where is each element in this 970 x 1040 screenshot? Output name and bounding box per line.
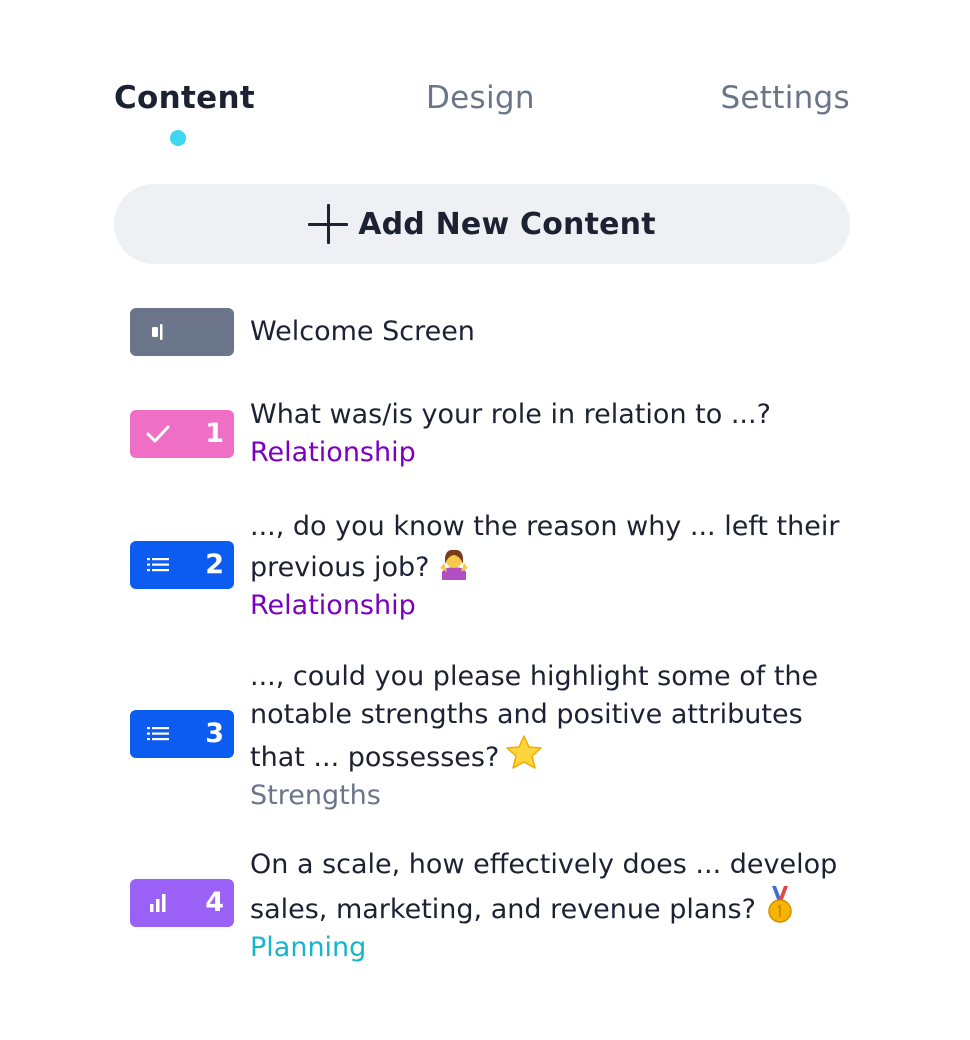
item-text: On a scale, how effectively does ... dev… bbox=[250, 846, 850, 967]
item-category: Relationship bbox=[250, 437, 416, 468]
item-badge: 3 bbox=[130, 710, 234, 758]
add-new-content-button[interactable]: Add New Content bbox=[114, 184, 850, 264]
plus-icon bbox=[308, 204, 349, 244]
item-category: Planning bbox=[250, 932, 367, 963]
item-number: 4 bbox=[205, 887, 224, 918]
item-number: 1 bbox=[205, 418, 224, 449]
item-badge bbox=[130, 308, 234, 356]
tab-settings[interactable]: Settings bbox=[720, 74, 850, 122]
item-title-text: sales, marketing, and revenue plans? bbox=[250, 894, 756, 925]
opinion-scale-icon bbox=[150, 894, 166, 912]
item-badge: 2 bbox=[130, 541, 234, 589]
star-emoji bbox=[506, 735, 543, 769]
item-number: 2 bbox=[205, 549, 224, 580]
item-title: Welcome Screen bbox=[250, 316, 475, 347]
item-category: Relationship bbox=[250, 590, 416, 621]
item-title-line: previous job? bbox=[250, 546, 850, 587]
item-category: Strengths bbox=[250, 780, 381, 811]
tab-bar: Content Design Settings bbox=[114, 74, 850, 154]
content-item-welcome-screen[interactable]: Welcome Screen bbox=[130, 308, 850, 356]
gold-medal-emoji bbox=[768, 886, 792, 923]
long-text-icon bbox=[147, 558, 169, 572]
item-title: What was/is your role in relation to ...… bbox=[250, 399, 771, 430]
item-title-line: ..., could you please highlight some of … bbox=[250, 661, 819, 692]
active-tab-indicator bbox=[170, 130, 186, 146]
person-shrugging-emoji bbox=[439, 549, 468, 580]
item-title-line: that ... possesses? bbox=[250, 734, 850, 777]
content-item-3[interactable]: 3 ..., could you please highlight some o… bbox=[130, 658, 850, 814]
item-badge: 1 bbox=[130, 410, 234, 458]
content-item-2[interactable]: 2 ..., do you know the reason why ... le… bbox=[130, 508, 850, 626]
add-new-content-label: Add New Content bbox=[358, 206, 656, 242]
content-item-1[interactable]: 1 What was/is your role in relation to .… bbox=[130, 396, 850, 476]
item-title-line: notable strengths and positive attribute… bbox=[250, 699, 803, 730]
item-title-line: sales, marketing, and revenue plans? bbox=[250, 884, 850, 929]
item-number: 3 bbox=[205, 718, 224, 749]
item-title-text: previous job? bbox=[250, 552, 430, 583]
welcome-screen-icon bbox=[152, 324, 163, 340]
item-badge: 4 bbox=[130, 879, 234, 927]
item-text: What was/is your role in relation to ...… bbox=[250, 396, 850, 472]
tab-design[interactable]: Design bbox=[426, 74, 535, 122]
long-text-icon bbox=[147, 727, 169, 741]
item-title-text: that ... possesses? bbox=[250, 742, 500, 773]
item-text: ..., do you know the reason why ... left… bbox=[250, 508, 850, 625]
content-item-4[interactable]: 4 On a scale, how effectively does ... d… bbox=[130, 846, 850, 964]
item-text: Welcome Screen bbox=[250, 313, 850, 351]
item-title-line: On a scale, how effectively does ... dev… bbox=[250, 849, 838, 880]
checkmark-icon bbox=[146, 425, 170, 443]
item-text: ..., could you please highlight some of … bbox=[250, 658, 850, 815]
tab-content[interactable]: Content bbox=[114, 74, 255, 122]
item-title-line: ..., do you know the reason why ... left… bbox=[250, 511, 840, 542]
